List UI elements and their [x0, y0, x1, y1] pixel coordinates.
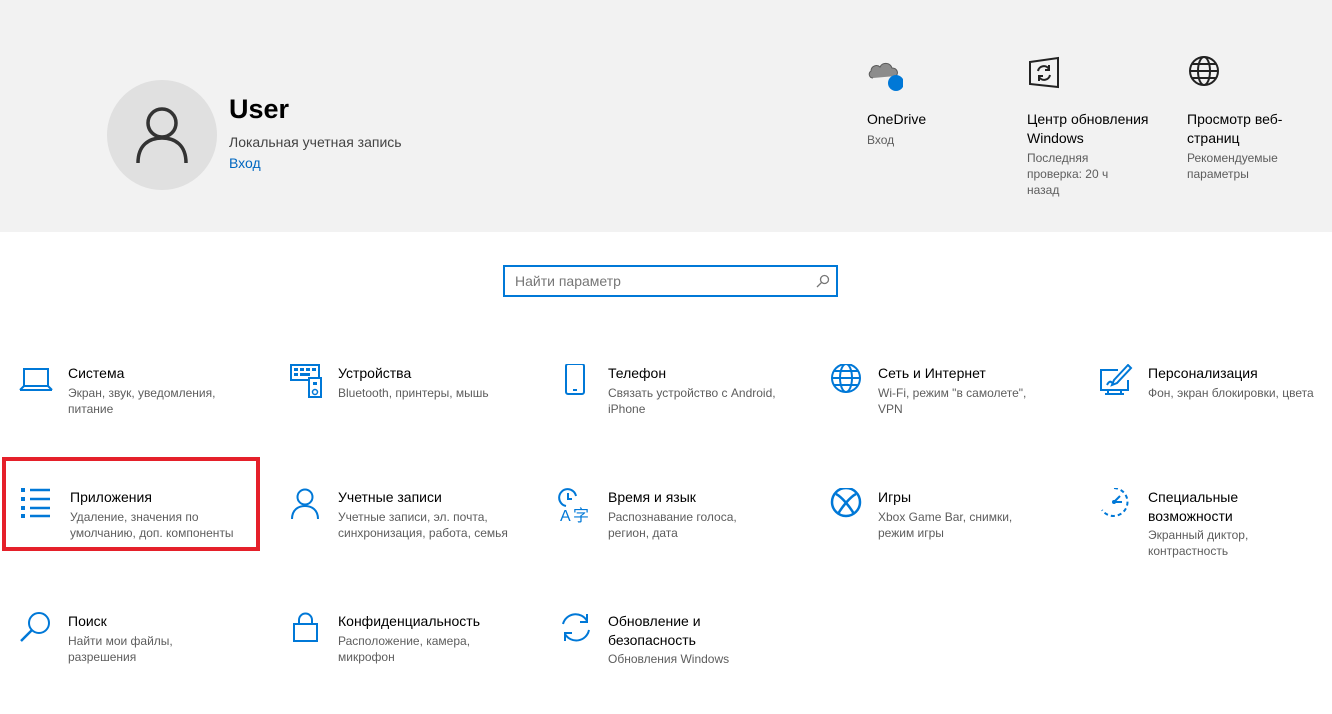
category-accounts[interactable]: Учетные записи Учетные записи, эл. почта… [288, 488, 538, 576]
user-name: User [229, 94, 290, 124]
quick-link-title: Центр обновления Windows [1027, 111, 1149, 146]
category-privacy[interactable]: Конфиденциальность Расположение, камера,… [288, 612, 538, 700]
devices-icon [290, 364, 322, 398]
category-title: Учетные записи [338, 489, 442, 505]
apps-list-icon [21, 488, 50, 518]
quick-link-title: OneDrive [867, 111, 927, 127]
category-title: Поиск [68, 613, 107, 629]
category-search[interactable]: Поиск Найти мои файлы, разрешения [18, 612, 268, 700]
category-personalization[interactable]: Персонализация Фон, экран блокировки, цв… [1098, 364, 1332, 452]
person-icon [291, 488, 319, 520]
category-title: Персонализация [1148, 365, 1258, 381]
category-subtitle: Фон, экран блокировки, цвета [1148, 385, 1314, 400]
category-subtitle: Экран, звук, уведомления, питание [68, 385, 216, 416]
avatar [107, 80, 217, 190]
category-subtitle: Xbox Game Bar, снимки, режим игры [878, 509, 1013, 540]
category-title: Система [68, 365, 125, 381]
category-subtitle: Wi-Fi, режим "в самолете", VPN [878, 385, 1027, 416]
settings-search-box[interactable] [503, 265, 838, 297]
quick-link-onedrive[interactable]: OneDrive Вход [867, 56, 997, 148]
category-title: Приложения [70, 489, 152, 505]
windows-update-icon [1029, 56, 1059, 89]
quick-link-title: Просмотр веб-страниц [1187, 111, 1283, 146]
category-gaming[interactable]: Игры Xbox Game Bar, снимки, режим игры [828, 488, 1078, 576]
account-header: User Локальная учетная запись Вход OneDr… [0, 0, 1332, 232]
category-network[interactable]: Сеть и Интернет Wi-Fi, режим "в самолете… [828, 364, 1078, 452]
category-subtitle: Bluetooth, принтеры, мышь [338, 385, 489, 400]
phone-icon [565, 364, 585, 395]
category-title: Сеть и Интернет [878, 365, 986, 381]
globe-icon [1189, 56, 1219, 86]
laptop-icon [19, 368, 53, 391]
quick-link-subtitle: Вход [867, 132, 895, 147]
search-input[interactable] [505, 267, 805, 295]
onedrive-cloud-icon [868, 62, 903, 91]
category-title: Конфиденциальность [338, 613, 481, 629]
person-icon [136, 107, 188, 164]
category-update-security[interactable]: Обновление и безопасность Обновления Win… [558, 612, 808, 700]
globe-icon [831, 364, 861, 393]
search-icon [20, 612, 50, 642]
category-apps[interactable]: Приложения Удаление, значения по умолчан… [2, 457, 270, 576]
quick-link-web-browsing[interactable]: Просмотр веб-страниц Рекомендуемые парам… [1187, 56, 1317, 182]
quick-link-subtitle: Рекомендуемые параметры [1187, 151, 1278, 181]
category-title: Специальные возможности [1148, 489, 1239, 524]
quick-link-subtitle: Последняя проверка: 20 ч назад [1027, 151, 1109, 197]
personalization-icon [1100, 364, 1133, 395]
category-title: Телефон [608, 365, 667, 381]
category-subtitle: Найти мои файлы, разрешения [68, 633, 173, 664]
category-time-language[interactable]: A 字 Время и язык Распознавание голоса, р… [558, 488, 808, 576]
search-icon[interactable] [816, 274, 830, 288]
sync-icon [562, 613, 590, 642]
category-title: Игры [878, 489, 912, 505]
category-subtitle: Учетные записи, эл. почта, синхронизация… [338, 509, 508, 540]
category-subtitle: Обновления Windows [608, 652, 730, 666]
category-subtitle: Распознавание голоса, регион, дата [608, 509, 737, 540]
quick-link-windows-update[interactable]: Центр обновления Windows Последняя прове… [1027, 56, 1157, 198]
category-devices[interactable]: Устройства Bluetooth, принтеры, мышь [288, 364, 538, 452]
category-title: Устройства [338, 365, 412, 381]
category-subtitle: Связать устройство с Android, iPhone [608, 385, 776, 416]
category-title: Обновление и безопасность [608, 613, 701, 648]
account-type: Локальная учетная запись [229, 134, 402, 150]
svg-text:A: A [560, 508, 571, 524]
category-system[interactable]: Система Экран, звук, уведомления, питани… [18, 364, 268, 452]
category-accessibility[interactable]: Специальные возможности Экранный диктор,… [1098, 488, 1332, 576]
time-language-icon: A 字 [558, 488, 589, 524]
category-phone[interactable]: Телефон Связать устройство с Android, iP… [558, 364, 808, 452]
signin-link[interactable]: Вход [229, 155, 261, 171]
category-subtitle: Удаление, значения по умолчанию, доп. ко… [70, 509, 234, 540]
category-title: Время и язык [608, 489, 696, 505]
category-subtitle: Расположение, камера, микрофон [338, 633, 471, 664]
lock-icon [293, 612, 318, 642]
svg-text:字: 字 [573, 507, 589, 524]
xbox-icon [830, 488, 862, 518]
category-subtitle: Экранный диктор, контрастность [1148, 528, 1249, 558]
accessibility-icon [1101, 488, 1129, 517]
